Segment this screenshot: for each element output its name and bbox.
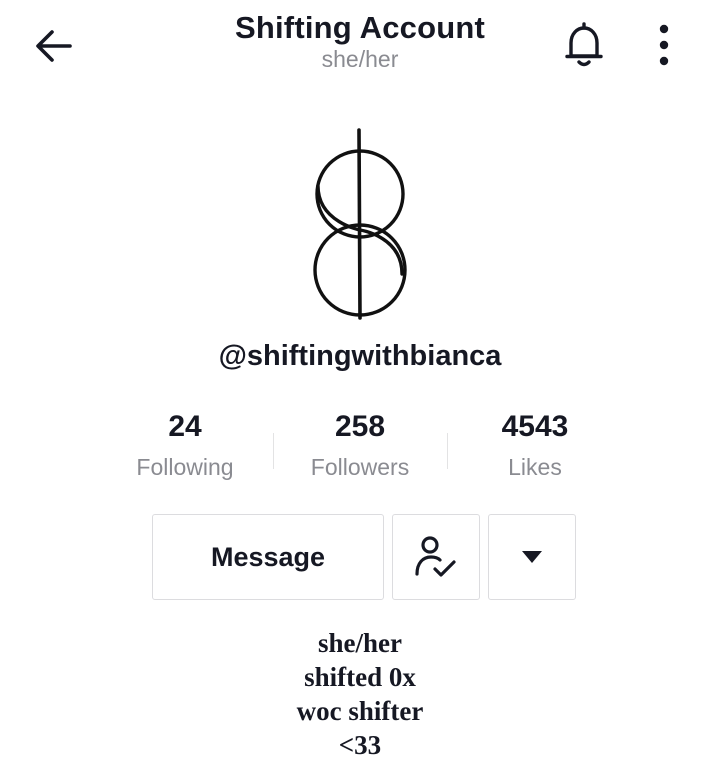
avatar[interactable]: [280, 122, 440, 322]
shifting-symbol-logo: [313, 128, 407, 320]
bio: she/her shifted 0x woc shifter <33: [0, 626, 720, 762]
arrow-left-icon: [36, 30, 72, 62]
page-subtitle: she/her: [321, 46, 399, 72]
caret-down-icon: [522, 551, 542, 563]
following-label: Following: [136, 454, 234, 480]
message-button[interactable]: Message: [152, 514, 384, 600]
stat-following[interactable]: 24 Following: [95, 405, 275, 485]
friend-status-button[interactable]: [392, 514, 480, 600]
followers-label: Followers: [310, 454, 410, 480]
notification-bell-button[interactable]: [560, 20, 608, 70]
stats-row: 24 Following 258 Followers 4543 Likes: [95, 405, 625, 495]
followers-count: 258: [334, 410, 386, 443]
more-vertical-icon: [659, 24, 669, 66]
page-title: Shifting Account: [234, 10, 486, 45]
header: Shifting Account she/her: [0, 0, 720, 90]
title-block: Shifting Account she/her: [160, 8, 560, 72]
stat-followers[interactable]: 258 Followers: [270, 405, 450, 485]
stat-likes[interactable]: 4543 Likes: [445, 405, 625, 485]
back-button[interactable]: [30, 22, 78, 70]
profile-dropdown-button[interactable]: [488, 514, 576, 600]
username: @shiftingwithbianca: [218, 340, 502, 372]
bio-line: woc shifter: [296, 696, 424, 726]
bell-icon: [565, 22, 603, 67]
user-check-icon: [415, 536, 456, 577]
bio-line: she/her: [318, 628, 402, 658]
likes-count: 4543: [501, 410, 569, 443]
likes-label: Likes: [508, 454, 562, 480]
bio-line: shifted 0x: [304, 662, 416, 692]
more-options-button[interactable]: [644, 18, 684, 72]
following-count: 24: [168, 410, 202, 443]
bio-line: <33: [338, 730, 382, 760]
